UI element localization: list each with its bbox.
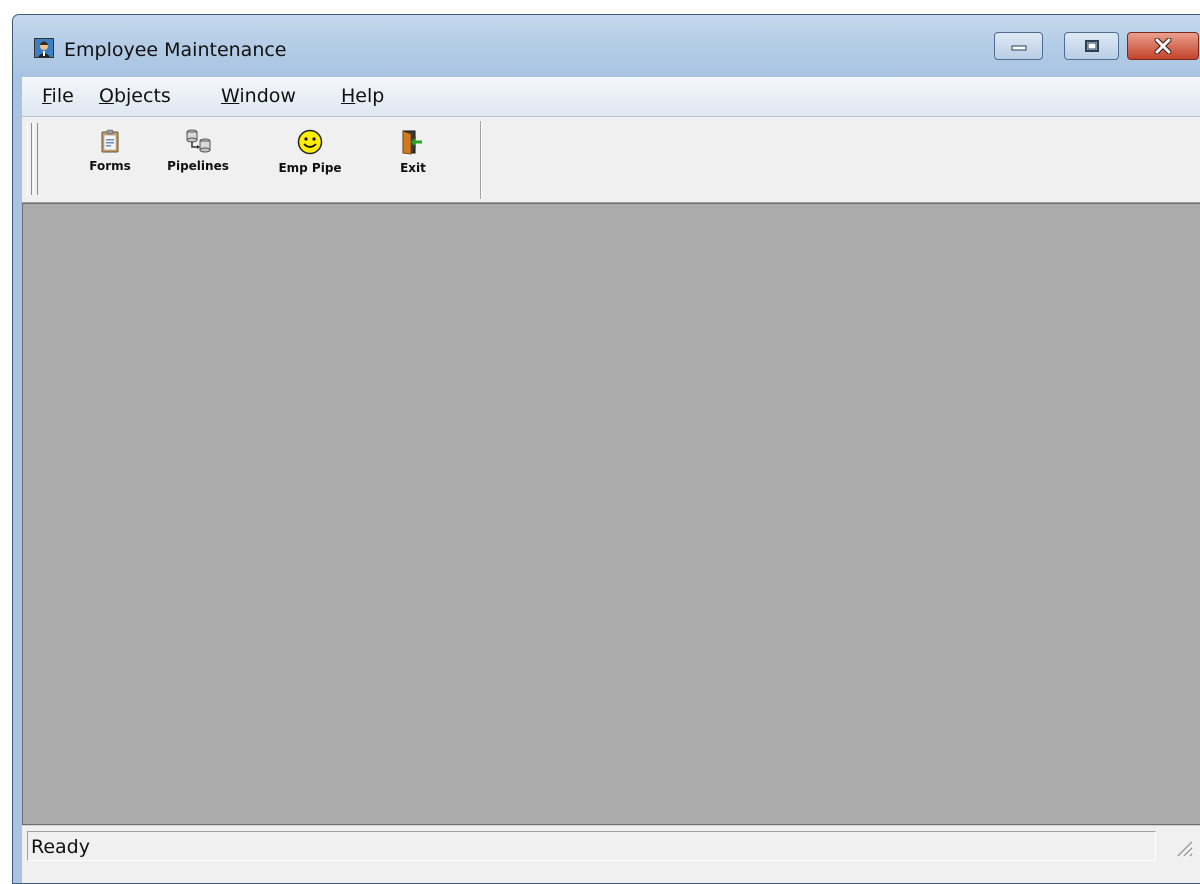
window-title: Employee Maintenance [64,39,287,61]
menu-file[interactable]: File [42,85,74,107]
menu-file-rest: ile [51,85,74,107]
maximize-button[interactable] [1064,32,1119,60]
menu-window[interactable]: Window [221,85,296,107]
forms-button[interactable]: Forms [80,129,140,197]
exit-door-icon [402,130,422,155]
database-pipeline-icon [186,129,211,153]
menu-help-accel: H [341,85,356,107]
exit-button[interactable]: Exit [390,129,436,197]
pipelines-button[interactable]: Pipelines [162,129,234,197]
menu-window-rest: indow [239,85,296,107]
toolbar-grip-2[interactable] [33,123,38,195]
maximize-icon [1084,40,1099,52]
employee-app-icon[interactable] [34,38,54,58]
minimize-button[interactable] [994,32,1043,60]
menu-bar: File Objects Window Help [22,77,1200,117]
menu-objects-accel: O [99,85,114,107]
status-text: Ready [31,836,90,858]
menu-file-accel: F [42,85,52,107]
pipelines-label: Pipelines [167,159,229,173]
minimize-icon [1011,45,1026,51]
menu-objects[interactable]: Objects [99,85,171,107]
menu-window-accel: W [221,85,240,107]
close-icon [1154,38,1172,54]
emp-pipe-label: Emp Pipe [278,161,342,175]
menu-help[interactable]: Help [341,85,384,107]
mdi-client-area[interactable] [22,203,1200,825]
resize-grip-icon[interactable] [1170,834,1194,858]
menu-help-rest: elp [355,85,385,107]
exit-label: Exit [400,161,426,175]
smiley-face-icon [297,129,323,155]
toolbar: Forms Pipelines Emp Pipe Exit [22,117,1200,203]
clipboard-form-icon [101,129,119,153]
title-bar[interactable]: Employee Maintenance [13,15,1200,77]
forms-label: Forms [89,159,131,173]
status-bar: Ready [22,825,1200,883]
main-window: Employee Maintenance File Objects Window… [12,14,1200,884]
status-pane: Ready [27,831,1156,861]
emp-pipe-button[interactable]: Emp Pipe [272,129,348,197]
close-button[interactable] [1127,32,1199,60]
toolbar-separator [480,121,482,199]
toolbar-grip[interactable] [27,123,32,195]
menu-objects-rest: bjects [113,85,171,107]
